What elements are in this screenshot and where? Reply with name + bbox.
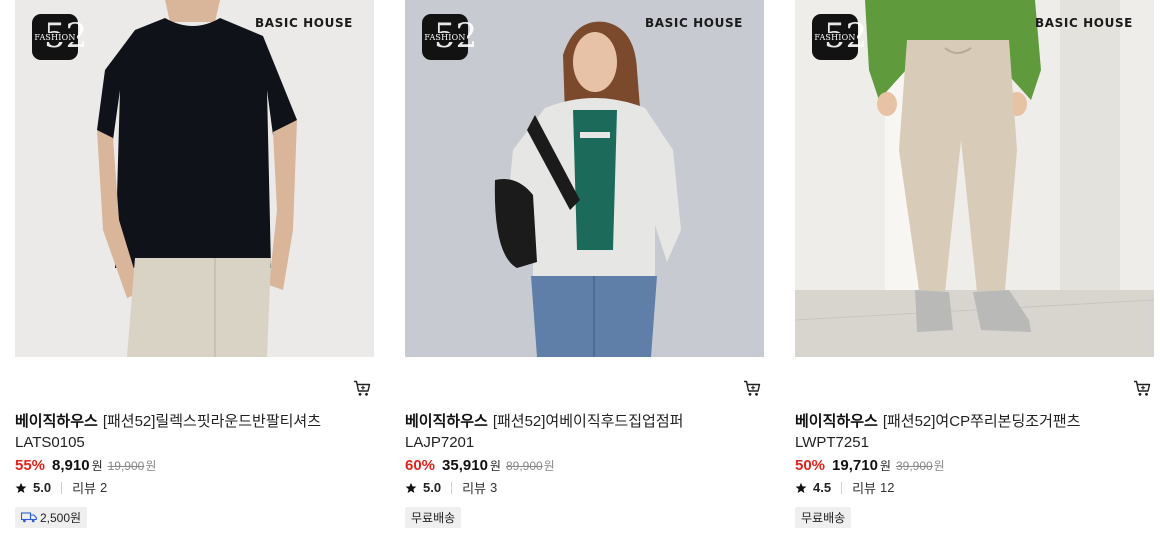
rating-row: 4.5 리뷰 12 [795,478,894,497]
product-card[interactable]: 52 FASHION BASIC HOUSE 베이직하우스 [패션52]여CP쭈리… [795,0,1154,528]
star-icon [15,482,27,493]
product-image[interactable]: 52 FASHION BASIC HOUSE [795,0,1154,357]
review-count: 12 [880,480,895,495]
product-name[interactable]: [패션52]릴렉스핏라운드반팔티셔츠 [103,413,321,430]
price-row: 55% 8,910 원 19,900 원 [15,457,156,474]
rating-score: 4.5 [813,480,832,495]
divider [841,481,843,494]
product-title[interactable]: 베이직하우스 [패션52]여CP쭈리본딩조거팬츠 [795,410,1080,431]
add-to-cart-button[interactable] [1132,378,1152,398]
discount-rate: 60% [405,457,436,474]
cart-icon [744,380,761,396]
image-brand-label: BASIC HOUSE [645,16,743,30]
product-name[interactable]: [패션52]여베이직후드집업점퍼 [493,413,684,430]
shipping-badge: 2,500원 [15,507,88,528]
product-code: LATS0105 [15,434,85,451]
review-label: 리뷰 [72,481,96,496]
rating-row: 5.0 리뷰 2 [15,478,107,497]
rating-score: 5.0 [423,480,442,495]
cart-icon [1134,380,1151,396]
original-price-unit: 원 [933,459,945,473]
product-title[interactable]: 베이직하우스 [패션52]여베이직후드집업점퍼 [405,410,683,431]
original-price-unit: 원 [543,459,555,473]
product-brand[interactable]: 베이직하우스 [795,413,878,430]
product-image[interactable]: 52 FASHION BASIC HOUSE [405,0,764,357]
price-unit: 원 [489,459,501,473]
discount-rate: 50% [795,457,826,474]
sale-price: 8,910 [52,457,90,474]
product-card[interactable]: 52 FASHION BASIC HOUSE 베이직하우스 [패션52]릴렉스핏라… [15,0,374,528]
shipping-fee: 무료배송 [411,511,456,525]
product-title[interactable]: 베이직하우스 [패션52]릴렉스핏라운드반팔티셔츠 [15,410,321,431]
star-icon [405,482,417,493]
logo-text: FASHION [33,32,77,42]
price-unit: 원 [879,459,891,473]
review-count: 3 [490,480,498,495]
fashion52-logo: 52 FASHION [32,14,87,60]
sale-price: 35,910 [442,457,488,474]
product-brand[interactable]: 베이직하우스 [405,413,488,430]
add-to-cart-button[interactable] [352,378,372,398]
original-price: 89,900 [505,459,543,473]
logo-text: FASHION [423,32,467,42]
product-name[interactable]: [패션52]여CP쭈리본딩조거팬츠 [883,413,1081,430]
logo-text: FASHION [813,32,857,42]
fashion52-logo: 52 FASHION [812,14,867,60]
original-price-unit: 원 [145,459,157,473]
discount-rate: 55% [15,457,46,474]
rating-score: 5.0 [33,480,52,495]
original-price: 19,900 [107,459,145,473]
product-grid: 52 FASHION BASIC HOUSE 베이직하우스 [패션52]릴렉스핏라… [15,0,1154,528]
product-brand[interactable]: 베이직하우스 [15,413,98,430]
image-brand-label: BASIC HOUSE [255,16,353,30]
review-label: 리뷰 [852,481,876,496]
sale-price: 19,710 [832,457,878,474]
price-row: 60% 35,910 원 89,900 원 [405,457,555,474]
original-price: 39,900 [895,459,933,473]
image-brand-label: BASIC HOUSE [1035,16,1133,30]
price-row: 50% 19,710 원 39,900 원 [795,457,945,474]
add-to-cart-button[interactable] [742,378,762,398]
shipping-fee: 2,500원 [40,511,82,525]
rating-row: 5.0 리뷰 3 [405,478,497,497]
product-code: LAJP7201 [405,434,475,451]
product-card[interactable]: 52 FASHION BASIC HOUSE 베이직하우스 [패션52]여베이직후… [405,0,764,528]
shipping-badge: 무료배송 [405,507,462,528]
divider [451,481,453,494]
delivery-truck-icon [21,512,37,523]
shipping-fee: 무료배송 [801,511,846,525]
price-unit: 원 [91,459,103,473]
fashion52-logo: 52 FASHION [422,14,477,60]
review-count: 2 [100,480,108,495]
product-code: LWPT7251 [795,434,869,451]
shipping-badge: 무료배송 [795,507,852,528]
star-icon [795,482,807,493]
divider [61,481,63,494]
product-image[interactable]: 52 FASHION BASIC HOUSE [15,0,374,357]
cart-icon [354,380,371,396]
review-label: 리뷰 [462,481,486,496]
